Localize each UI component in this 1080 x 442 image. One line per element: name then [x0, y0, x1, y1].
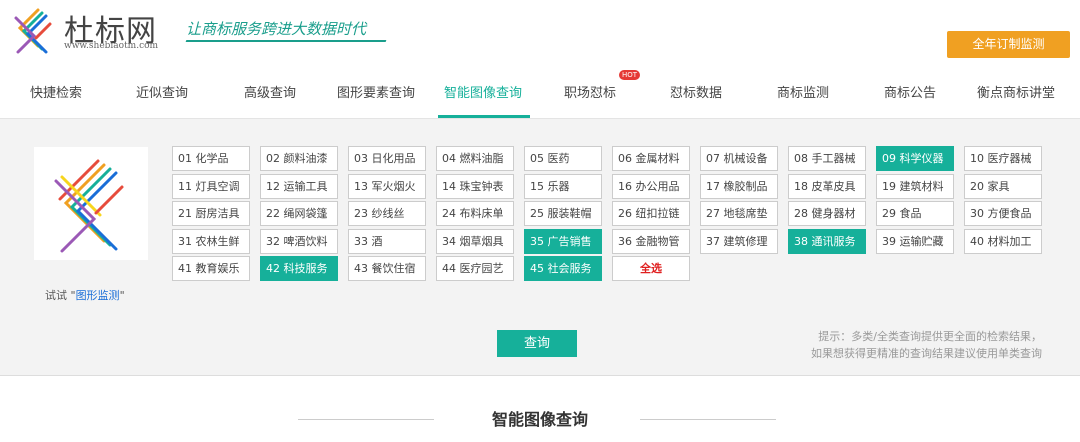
- category-item[interactable]: 32 啤酒饮料: [260, 228, 338, 254]
- category-item[interactable]: 12 运输工具: [260, 173, 338, 199]
- nav-item-data[interactable]: 怼标数据: [670, 82, 722, 101]
- category-item[interactable]: 22 绳网袋篷: [260, 201, 338, 226]
- logo-preview-icon: [54, 159, 124, 253]
- hot-badge: HOT: [619, 70, 641, 80]
- category-item[interactable]: 03 日化用品: [348, 146, 426, 171]
- try-prefix: 试试 ": [45, 289, 76, 302]
- annual-monitor-button[interactable]: 全年订制监测: [947, 31, 1070, 58]
- category-item[interactable]: 41 教育娱乐: [172, 256, 250, 281]
- nav-item-trademark-monitor[interactable]: 商标监测: [777, 82, 829, 101]
- category-item[interactable]: 08 手工器械: [788, 146, 866, 171]
- category-item[interactable]: 33 酒: [348, 228, 426, 254]
- category-item[interactable]: 10 医疗器械: [964, 146, 1042, 171]
- slogan-underline: [185, 40, 387, 42]
- category-item[interactable]: 43 餐饮住宿: [348, 256, 426, 281]
- try-monitor-text: 试试 "图形监测": [45, 287, 125, 303]
- category-item[interactable]: 13 军火烟火: [348, 173, 426, 199]
- category-item[interactable]: 19 建筑材料: [876, 173, 954, 199]
- slogan: 让商标服务跨进大数据时代: [186, 20, 367, 38]
- category-item[interactable]: 36 金融物管: [612, 228, 690, 254]
- query-button[interactable]: 查询: [497, 330, 577, 357]
- hint-line-1: 提示：多类/全类查询提供更全面的检索结果，: [818, 330, 1042, 343]
- category-item[interactable]: 14 珠宝钟表: [436, 173, 514, 199]
- nav-item-advanced-query[interactable]: 高级查询: [244, 82, 296, 101]
- query-hint: 提示：多类/全类查询提供更全面的检索结果， 如果想获得更精准的查询结果建议使用单…: [811, 328, 1042, 362]
- category-item[interactable]: 27 地毯席垫: [700, 201, 778, 226]
- category-item[interactable]: 30 方便食品: [964, 201, 1042, 226]
- category-item[interactable]: 02 颜料油漆: [260, 146, 338, 171]
- category-item[interactable]: 09 科学仪器: [876, 146, 954, 171]
- category-item[interactable]: 29 食品: [876, 201, 954, 226]
- category-item[interactable]: 20 家具: [964, 173, 1042, 199]
- category-item[interactable]: 04 燃料油脂: [436, 146, 514, 171]
- category-item[interactable]: 45 社会服务: [524, 256, 602, 281]
- upload-image-preview[interactable]: [34, 147, 148, 260]
- brand-domain: www.shebiaotm.com: [64, 41, 159, 51]
- category-item[interactable]: 31 农林生鲜: [172, 228, 250, 254]
- nav-item-quick-search[interactable]: 快捷检索: [30, 82, 82, 101]
- nav-item-graphic-element-query[interactable]: 图形要素查询: [337, 82, 415, 101]
- nav-item-trademark-announcement[interactable]: 商标公告: [884, 82, 936, 101]
- category-item[interactable]: 11 灯具空调: [172, 173, 250, 199]
- category-item[interactable]: 17 橡胶制品: [700, 173, 778, 199]
- category-item[interactable]: 35 广告销售: [524, 228, 602, 254]
- nav-item-workplace[interactable]: 职场怼标: [564, 82, 616, 101]
- category-item[interactable]: 23 纱线丝: [348, 201, 426, 226]
- section-title: 智能图像查询: [491, 410, 588, 429]
- category-item[interactable]: 07 机械设备: [700, 146, 778, 171]
- category-item[interactable]: 34 烟草烟具: [436, 228, 514, 254]
- hint-line-2: 如果想获得更精准的查询结果建议使用单类查询: [811, 347, 1042, 360]
- category-item[interactable]: 37 建筑修理: [700, 228, 778, 254]
- category-item[interactable]: 01 化学品: [172, 146, 250, 171]
- try-suffix: ": [119, 289, 125, 302]
- category-item[interactable]: 39 运输贮藏: [876, 228, 954, 254]
- category-item[interactable]: 06 金属材料: [612, 146, 690, 171]
- category-item[interactable]: 25 服装鞋帽: [524, 201, 602, 226]
- category-item[interactable]: 44 医疗园艺: [436, 256, 514, 281]
- category-panel: 试试 "图形监测" 01 化学品 02 颜料油漆 03 日化用品 04 燃料油脂 05 …: [0, 118, 1080, 376]
- category-item[interactable]: 15 乐器: [524, 173, 602, 199]
- nav-item-lecture[interactable]: 衡点商标讲堂: [977, 82, 1055, 101]
- category-item[interactable]: 38 通讯服务: [788, 228, 866, 254]
- site-logo-icon[interactable]: [8, 6, 58, 56]
- select-all-button[interactable]: 全选: [612, 256, 690, 281]
- category-item[interactable]: 40 材料加工: [964, 228, 1042, 254]
- category-item[interactable]: 18 皮革皮具: [788, 173, 866, 199]
- category-item[interactable]: 16 办公用品: [612, 173, 690, 199]
- nav-item-similar-query[interactable]: 近似查询: [136, 82, 188, 101]
- category-item[interactable]: 42 科技服务: [260, 256, 338, 281]
- category-item[interactable]: 21 厨房洁具: [172, 201, 250, 226]
- category-item[interactable]: 28 健身器材: [788, 201, 866, 226]
- main-nav: 快捷检索 近似查询 高级查询 图形要素查询 智能图像查询 职场怼标 HOT 怼标…: [0, 68, 1080, 118]
- category-item[interactable]: 26 纽扣拉链: [612, 201, 690, 226]
- category-item[interactable]: 24 布料床单: [436, 201, 514, 226]
- nav-item-smart-image-query[interactable]: 智能图像查询: [444, 82, 522, 101]
- category-item[interactable]: 05 医药: [524, 146, 602, 171]
- section-divider-right: [640, 419, 776, 420]
- graphic-monitor-link[interactable]: 图形监测: [76, 289, 120, 302]
